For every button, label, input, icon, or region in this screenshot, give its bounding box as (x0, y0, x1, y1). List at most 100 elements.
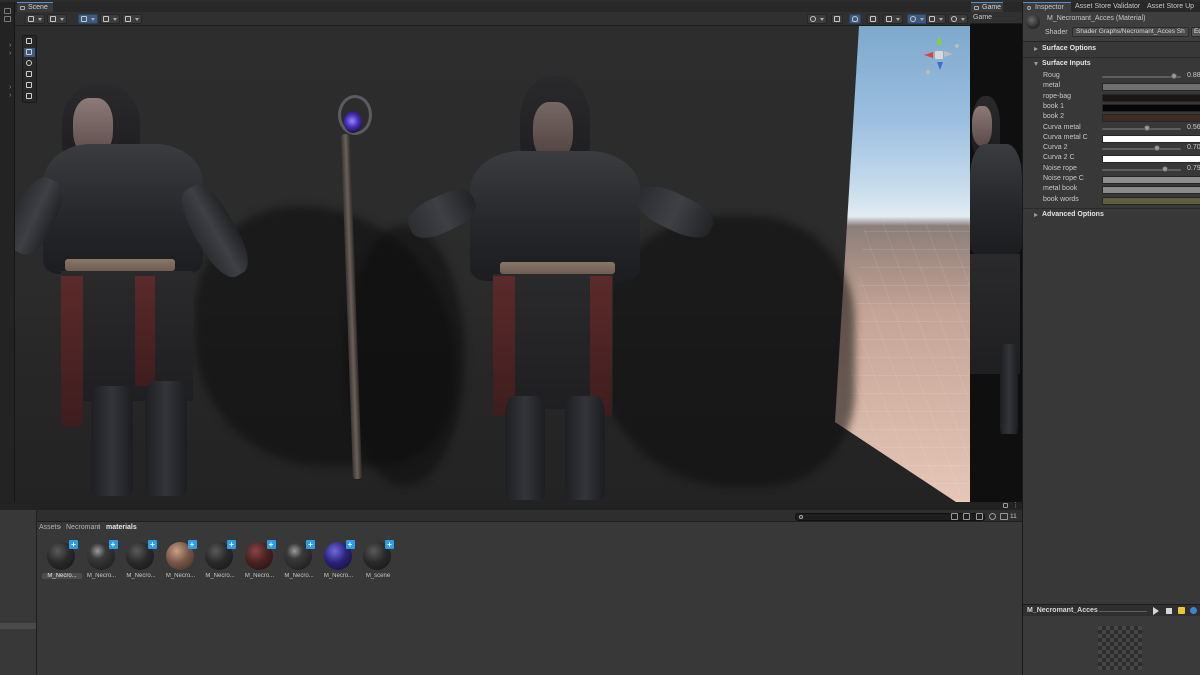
play-icon[interactable] (1153, 607, 1159, 615)
rect-tool[interactable] (24, 81, 35, 90)
orientation-gizmo[interactable] (920, 36, 960, 80)
material-asset[interactable]: + M_Necro... (282, 540, 316, 582)
preview-mesh-icon[interactable] (1190, 607, 1197, 614)
search-scope-icon[interactable] (976, 513, 983, 520)
property-value[interactable]: 0.70 (1187, 144, 1200, 151)
tab-scene[interactable]: Scene (17, 2, 53, 12)
property-value[interactable]: 0.79 (1187, 165, 1200, 172)
slider-handle[interactable] (1170, 73, 1177, 79)
gizmos-button[interactable] (948, 14, 968, 24)
add-icon[interactable]: + (306, 540, 315, 549)
preview-resize-handle[interactable] (1099, 611, 1147, 612)
color-swatch[interactable] (1102, 196, 1200, 205)
gizmo-z-axis-icon[interactable] (937, 62, 943, 70)
slider-handle[interactable] (1154, 145, 1161, 152)
slider-handle[interactable] (1143, 124, 1150, 131)
material-asset[interactable]: + M_scene (361, 540, 395, 582)
material-asset[interactable]: + M_Necro... (243, 540, 277, 582)
add-icon[interactable]: + (69, 540, 78, 549)
transform-tool[interactable] (24, 92, 35, 101)
color-swatch[interactable] (1102, 134, 1200, 143)
color-swatch[interactable] (1102, 103, 1200, 112)
property-slider[interactable] (1102, 73, 1181, 79)
project-folder-tree[interactable] (0, 510, 37, 675)
stop-icon[interactable] (1166, 608, 1172, 614)
tab-asset-store-upload[interactable]: Asset Store Up (1143, 2, 1200, 12)
material-asset[interactable]: + M_Necro... (85, 540, 119, 582)
color-swatch[interactable] (1102, 155, 1200, 164)
material-asset[interactable]: + M_Necro... (203, 540, 237, 582)
pivot-button[interactable] (47, 14, 67, 24)
increment-snap-button[interactable] (122, 14, 142, 24)
tab-inspector[interactable]: Inspector (1023, 2, 1071, 12)
shader-dropdown[interactable]: Shader Graphs/Necromant_Acces Sh (1072, 27, 1189, 37)
filter-label-icon[interactable] (963, 513, 970, 520)
light-toggle-icon[interactable] (1178, 607, 1185, 614)
breadcrumb-assets[interactable]: Assets (39, 524, 60, 531)
property-value[interactable]: 0.88 (1187, 72, 1200, 79)
selected-folder[interactable] (0, 623, 36, 629)
tab-asset-store-validator[interactable]: Asset Store Validator (1071, 2, 1143, 12)
transform-tools-button[interactable] (25, 14, 45, 24)
section-advanced-options[interactable]: Advanced Options (1023, 210, 1200, 221)
color-swatch[interactable] (1102, 83, 1200, 92)
color-swatch[interactable] (1102, 176, 1200, 184)
game-view[interactable] (970, 24, 1022, 510)
effects-button[interactable] (883, 14, 903, 24)
scene-viewport[interactable] (15, 26, 970, 502)
section-surface-options[interactable]: Surface Options (1023, 44, 1200, 55)
hierarchy-icon[interactable] (4, 8, 11, 14)
gizmo-x-axis-icon[interactable] (924, 52, 933, 58)
section-surface-inputs[interactable]: Surface Inputs (1023, 59, 1200, 70)
chevron-right-icon[interactable]: › (9, 84, 11, 91)
color-swatch[interactable] (1102, 93, 1200, 102)
filter-type-icon[interactable] (951, 513, 958, 520)
grid-visibility-button[interactable] (100, 14, 120, 24)
property-slider[interactable] (1102, 124, 1181, 131)
add-icon[interactable]: + (227, 540, 236, 549)
draw-mode-button[interactable] (807, 14, 827, 24)
chevron-right-icon[interactable]: › (9, 50, 11, 57)
add-icon[interactable]: + (345, 540, 355, 549)
material-asset[interactable]: + M_Necro... (322, 540, 356, 582)
gizmo-dot-icon[interactable] (955, 44, 959, 48)
more-menu-icon[interactable]: ⋮ (1012, 502, 1019, 509)
chevron-right-icon[interactable]: › (9, 92, 11, 99)
breadcrumb-materials[interactable]: materials (106, 524, 137, 531)
gizmo-axis-icon[interactable] (944, 51, 953, 57)
gizmo-center-icon[interactable] (935, 51, 943, 59)
chevron-right-icon[interactable]: › (9, 42, 11, 49)
star-icon[interactable] (989, 513, 996, 520)
move-tool[interactable] (24, 48, 35, 57)
add-icon[interactable]: + (108, 540, 118, 549)
add-icon[interactable]: + (187, 540, 197, 549)
color-swatch[interactable] (1102, 114, 1200, 123)
tab-game[interactable]: Game (971, 2, 1004, 12)
add-icon[interactable]: + (148, 540, 157, 549)
grid-snap-button[interactable] (78, 14, 98, 24)
property-slider[interactable] (1102, 165, 1181, 172)
edit-shader-button[interactable]: Ed (1191, 27, 1200, 37)
2d-toggle-button[interactable] (831, 14, 843, 24)
lock-icon[interactable] (1003, 503, 1008, 508)
slider-handle[interactable] (1161, 165, 1168, 172)
material-asset[interactable]: + M_Necro... (124, 540, 158, 582)
audio-toggle-button[interactable] (867, 14, 879, 24)
breadcrumb-necromant[interactable]: Necromant (66, 524, 100, 531)
camera-settings-button[interactable] (926, 14, 946, 24)
property-slider[interactable] (1102, 145, 1181, 152)
hand-tool[interactable] (24, 37, 35, 46)
gizmo-dot-icon[interactable] (926, 70, 930, 74)
eye-icon[interactable] (1000, 513, 1008, 520)
lock-icon[interactable] (4, 16, 11, 22)
game-display-dropdown[interactable]: Game (973, 14, 992, 21)
gizmo-y-axis-icon[interactable] (936, 36, 942, 45)
material-asset[interactable]: + M_Necro... (164, 540, 198, 582)
add-icon[interactable]: + (385, 540, 394, 549)
material-preview[interactable] (1023, 616, 1200, 675)
color-swatch[interactable] (1102, 186, 1200, 195)
material-asset[interactable]: + M_Necro... (42, 540, 82, 582)
lighting-toggle-button[interactable] (849, 14, 861, 24)
scale-tool[interactable] (24, 70, 35, 79)
add-icon[interactable]: + (266, 540, 276, 549)
